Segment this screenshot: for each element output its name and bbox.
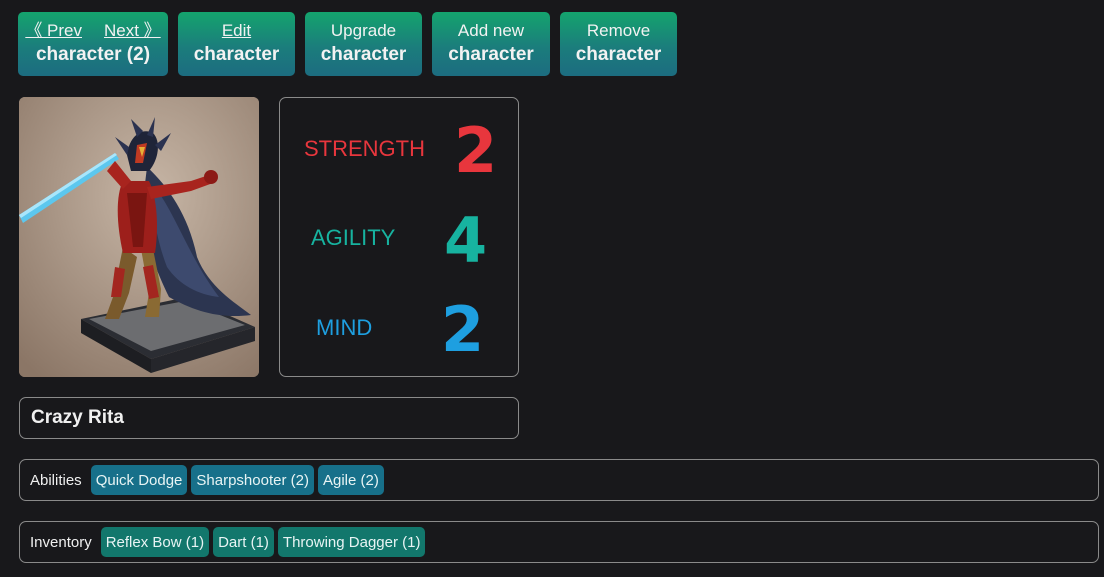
- ability-tag[interactable]: Agile (2): [317, 465, 384, 495]
- ability-tag[interactable]: Sharpshooter (2): [191, 465, 314, 495]
- abilities-list: Abilities Quick Dodge Sharpshooter (2) A…: [19, 459, 1099, 501]
- agility-label: AGILITY: [311, 225, 396, 250]
- abilities-caption: Abilities: [30, 471, 82, 489]
- upgrade-button-label: character: [320, 44, 407, 65]
- inventory-tag[interactable]: Dart (1): [213, 527, 274, 557]
- add-button-top-label: Add new: [457, 21, 525, 40]
- inventory-tag[interactable]: Reflex Bow (1): [100, 527, 210, 557]
- inventory-list: Inventory Reflex Bow (1) Dart (1) Throwi…: [19, 521, 1099, 563]
- remove-character-button[interactable]: Remove character: [560, 12, 677, 76]
- next-link[interactable]: Next 》: [104, 20, 161, 42]
- character-portrait: [19, 97, 259, 377]
- stats-panel: STRENGTH 2 AGILITY 4 MIND 2: [279, 97, 519, 377]
- miniature-figure-image: [19, 97, 259, 377]
- character-counter: character (2): [35, 44, 151, 65]
- inventory-caption: Inventory: [30, 533, 92, 551]
- add-button-label: character: [448, 44, 534, 65]
- agility-value: 4: [444, 204, 488, 277]
- strength-value: 2: [454, 114, 498, 187]
- edit-character-button[interactable]: Edit character: [178, 12, 295, 76]
- upgrade-character-button[interactable]: Upgrade character: [305, 12, 422, 76]
- stat-mind: MIND 2: [280, 292, 518, 372]
- character-name-box: Crazy Rita: [19, 397, 519, 439]
- strength-label: STRENGTH: [304, 136, 425, 161]
- edit-button-label: character: [193, 44, 280, 65]
- inventory-tag[interactable]: Throwing Dagger (1): [277, 527, 426, 557]
- prev-link[interactable]: 《 Prev: [25, 20, 82, 42]
- remove-button-top-label: Remove: [586, 21, 651, 40]
- character-name: Crazy Rita: [31, 407, 124, 428]
- add-character-button[interactable]: Add new character: [432, 12, 550, 76]
- ability-tag[interactable]: Quick Dodge: [90, 465, 188, 495]
- toolbar: 《 Prev Next 》 character (2) Edit charact…: [18, 12, 677, 76]
- remove-button-label: character: [575, 44, 662, 65]
- mind-label: MIND: [316, 315, 373, 340]
- mind-value: 2: [441, 293, 485, 366]
- stat-agility: AGILITY 4: [280, 202, 518, 282]
- character-page: 《 Prev Next 》 character (2) Edit charact…: [0, 0, 1104, 577]
- upgrade-button-top-label: Upgrade: [330, 21, 397, 40]
- edit-link[interactable]: Edit: [222, 20, 251, 42]
- stat-strength: STRENGTH 2: [280, 112, 518, 192]
- navigate-character-button: 《 Prev Next 》 character (2): [18, 12, 168, 76]
- nav-links: 《 Prev Next 》: [25, 20, 160, 42]
